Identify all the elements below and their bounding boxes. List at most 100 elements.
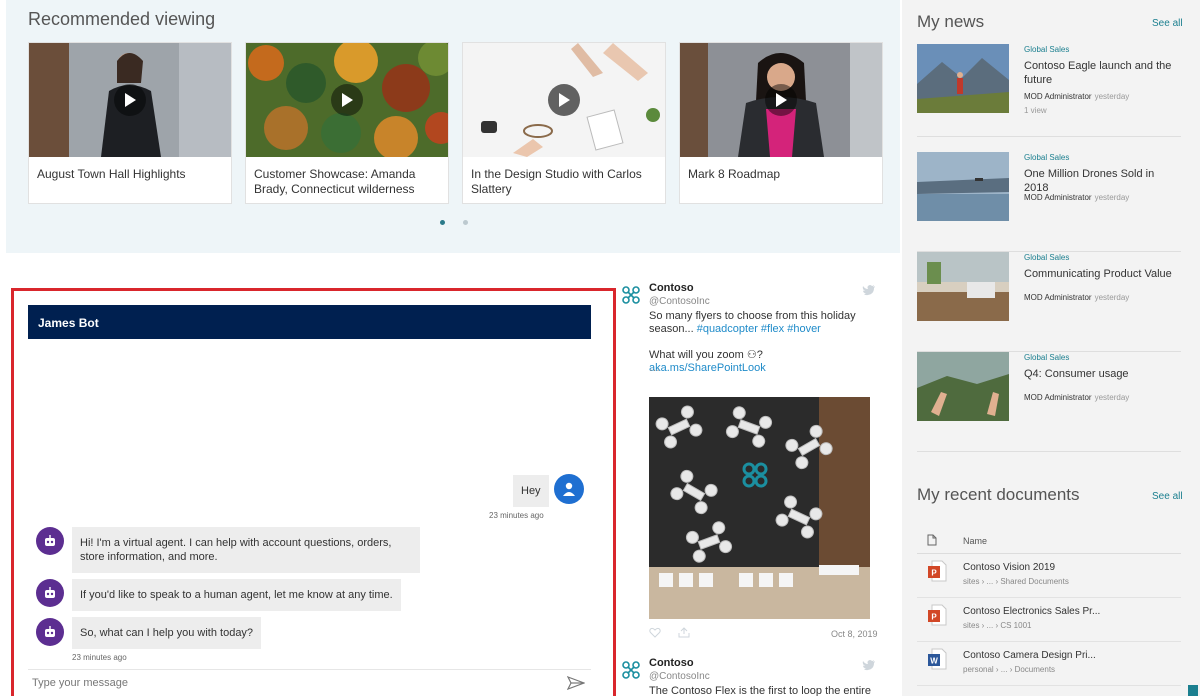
document-name[interactable]: Contoso Electronics Sales Pr...: [963, 606, 1100, 617]
news-item[interactable]: Global Sales Q4: Consumer usage MOD Admi…: [917, 352, 1181, 452]
document-path: personal › ... › Documents: [963, 665, 1056, 674]
right-sidebar: My news See all Global Sales Contoso Eag…: [902, 0, 1200, 696]
bot-avatar-icon: [36, 527, 64, 555]
documents-header-row: Name: [917, 528, 1181, 554]
recommended-viewing-section: Recommended viewing August Town Hall Hig…: [6, 0, 900, 253]
bot-header: James Bot: [28, 305, 591, 339]
eyes-emoji-icon: ⚇: [746, 349, 757, 361]
tweet-author-handle[interactable]: @ContosoInc: [649, 671, 710, 682]
news-thumbnail: [917, 252, 1009, 321]
tweet-hashtags[interactable]: #quadcopter #flex #hover: [697, 323, 821, 335]
video-caption: Mark 8 Roadmap: [688, 167, 781, 181]
news-meta: MOD Administrator yesterday: [1024, 92, 1129, 101]
news-title[interactable]: Q4: Consumer usage: [1024, 367, 1179, 381]
news-author: MOD Administrator: [1024, 92, 1092, 101]
document-path: sites › ... › Shared Documents: [963, 577, 1069, 586]
video-caption: August Town Hall Highlights: [37, 167, 186, 181]
like-icon[interactable]: [649, 627, 661, 638]
news-category[interactable]: Global Sales: [1024, 45, 1069, 54]
bot-message: If you'd like to speak to a human agent,…: [72, 579, 401, 611]
video-caption: Customer Showcase: Amanda Brady, Connect…: [254, 167, 416, 196]
share-icon[interactable]: [678, 627, 690, 638]
news-meta: MOD Administrator yesterday: [1024, 393, 1129, 402]
video-card[interactable]: In the Design Studio with Carlos Slatter…: [462, 42, 666, 204]
bot-avatar-icon: [36, 618, 64, 646]
word-file-icon: W: [928, 648, 947, 670]
message-input[interactable]: [32, 677, 532, 689]
svg-text:P: P: [931, 613, 937, 622]
news-item[interactable]: Global Sales Communicating Product Value…: [917, 252, 1181, 352]
news-time: yesterday: [1094, 193, 1130, 202]
news-title[interactable]: Contoso Eagle launch and the future: [1024, 59, 1179, 87]
video-card[interactable]: Customer Showcase: Amanda Brady, Connect…: [245, 42, 449, 204]
news-views: 1 view: [1024, 106, 1047, 115]
contoso-logo-icon: [622, 661, 640, 679]
bot-panel: James Bot Hey 23 minutes ago Hi! I'm a v…: [11, 288, 616, 696]
document-name[interactable]: Contoso Camera Design Pri...: [963, 650, 1096, 661]
news-time: yesterday: [1094, 92, 1130, 101]
bot-message-timestamp: 23 minutes ago: [72, 653, 127, 662]
carousel-pagination: [440, 220, 468, 225]
news-category[interactable]: Global Sales: [1024, 253, 1069, 262]
play-icon[interactable]: [114, 84, 146, 116]
user-message-timestamp: 23 minutes ago: [489, 511, 544, 520]
news-thumbnail: [917, 152, 1009, 221]
tweet-date[interactable]: Oct 8, 2019: [831, 629, 878, 639]
video-thumbnail: [680, 43, 882, 157]
news-meta: MOD Administrator yesterday: [1024, 193, 1129, 202]
twitter-bird-icon[interactable]: [862, 659, 876, 671]
document-row[interactable]: P Contoso Vision 2019 sites › ... › Shar…: [917, 554, 1181, 598]
document-path: sites › ... › CS 1001: [963, 621, 1032, 630]
my-news-title: My news: [917, 12, 985, 31]
tweet-text: The Contoso Flex is the first to loop th…: [649, 685, 871, 696]
video-card[interactable]: August Town Hall Highlights: [28, 42, 232, 204]
recommended-viewing-title: Recommended viewing: [28, 9, 216, 29]
scroll-indicator[interactable]: [1188, 685, 1198, 696]
input-divider: [28, 669, 591, 670]
news-category[interactable]: Global Sales: [1024, 353, 1069, 362]
carousel-dot[interactable]: [463, 220, 468, 225]
contoso-logo-icon: [622, 286, 640, 304]
news-author: MOD Administrator: [1024, 393, 1092, 402]
column-header-name[interactable]: Name: [963, 536, 987, 546]
play-icon[interactable]: [331, 84, 363, 116]
twitter-bird-icon[interactable]: [862, 284, 876, 296]
play-icon[interactable]: [548, 84, 580, 116]
tweet-author-name[interactable]: Contoso: [649, 282, 694, 294]
powerpoint-file-icon: P: [928, 604, 947, 626]
tweet-image[interactable]: [649, 397, 870, 619]
document-row[interactable]: P Contoso Electronics Sales Pr... sites …: [917, 598, 1181, 642]
bot-message: Hi! I'm a virtual agent. I can help with…: [72, 527, 420, 573]
carousel-dot[interactable]: [440, 220, 445, 225]
powerpoint-file-icon: P: [928, 560, 947, 582]
tweet-text: So many flyers to choose from this holid…: [649, 310, 879, 336]
user-message: Hey: [513, 475, 549, 507]
news-category[interactable]: Global Sales: [1024, 153, 1069, 162]
news-meta: MOD Administrator yesterday: [1024, 293, 1129, 302]
document-row[interactable]: W Contoso Camera Design Pri... personal …: [917, 642, 1181, 686]
tweet-ellipsis: …: [649, 362, 660, 374]
file-type-icon: [927, 534, 937, 546]
documents-see-all-link[interactable]: See all: [1152, 491, 1183, 502]
news-thumbnail: [917, 44, 1009, 113]
news-author: MOD Administrator: [1024, 293, 1092, 302]
tweet-author-name[interactable]: Contoso: [649, 657, 694, 669]
video-card[interactable]: Mark 8 Roadmap: [679, 42, 883, 204]
send-icon[interactable]: [567, 676, 585, 690]
news-time: yesterday: [1094, 393, 1130, 402]
document-name[interactable]: Contoso Vision 2019: [963, 562, 1055, 573]
news-title[interactable]: Communicating Product Value: [1024, 267, 1179, 281]
video-thumbnail: [29, 43, 231, 157]
news-see-all-link[interactable]: See all: [1152, 18, 1183, 29]
news-item[interactable]: Global Sales One Million Drones Sold in …: [917, 152, 1181, 252]
bot-avatar-icon: [36, 579, 64, 607]
svg-text:P: P: [931, 569, 937, 578]
news-title[interactable]: One Million Drones Sold in 2018: [1024, 167, 1179, 195]
tweet-author-handle[interactable]: @ContosoInc: [649, 296, 710, 307]
recent-documents-title: My recent documents: [917, 485, 1080, 504]
user-avatar-icon: [554, 474, 584, 504]
news-item[interactable]: Global Sales Contoso Eagle launch and th…: [917, 44, 1181, 137]
news-time: yesterday: [1094, 293, 1130, 302]
play-icon[interactable]: [765, 84, 797, 116]
video-thumbnail: [463, 43, 665, 157]
